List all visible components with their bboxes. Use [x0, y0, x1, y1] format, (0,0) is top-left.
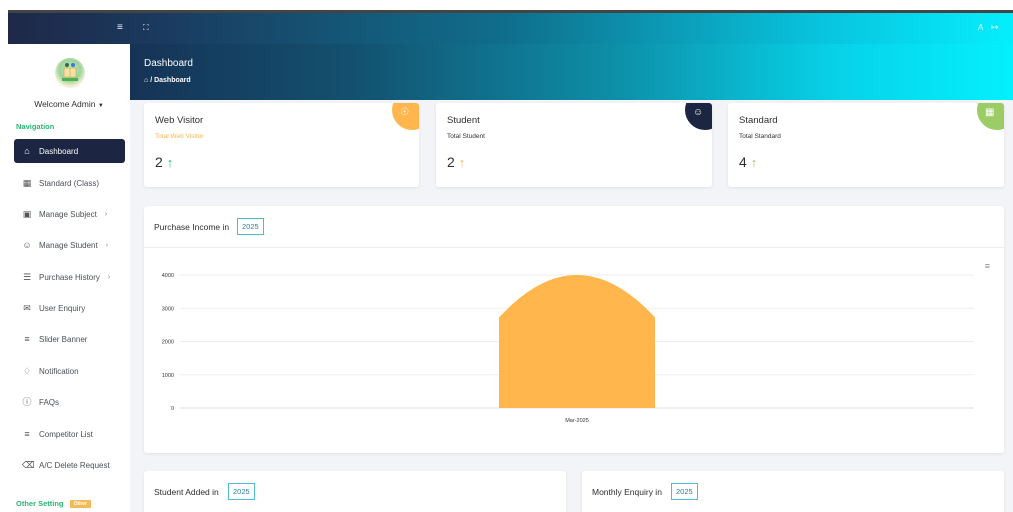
- sidebar-item-notification[interactable]: ♢ Notification: [14, 359, 125, 383]
- student-added-card: Student Added in 2025: [144, 471, 566, 512]
- chart-label: Monthly Enquiry in: [592, 487, 662, 497]
- stat-subtitle: Total Standard: [739, 133, 781, 140]
- stat-title: Student: [447, 115, 480, 126]
- font-size-icon[interactable]: A: [978, 23, 983, 33]
- sidebar-item-dashboard[interactable]: ⌂ Dashboard: [14, 139, 125, 163]
- year-selector[interactable]: 2025: [228, 483, 255, 500]
- home-icon[interactable]: ⌂: [144, 77, 148, 84]
- page-header-banner: [130, 44, 1013, 100]
- sidebar-item-slider-banner[interactable]: ≡ Slider Banner: [14, 327, 125, 351]
- arrow-up-icon: ↑: [750, 155, 758, 170]
- nav-section-label: Navigation: [16, 122, 55, 131]
- page-title: Dashboard: [144, 58, 193, 69]
- y-tick-label: 2000: [162, 340, 174, 346]
- layers-icon: ☰: [22, 272, 32, 282]
- fullscreen-icon[interactable]: ⛶: [143, 23, 149, 33]
- stat-icon-badge: ☺: [685, 103, 712, 130]
- chart-label: Purchase Income in: [154, 222, 230, 232]
- stat-icon-badge: ▦: [977, 103, 1004, 130]
- chevron-right-icon: ›: [107, 273, 111, 281]
- stat-card-web-visitor: ☉ Web Visitor Total Web Visitor 2 ↑: [144, 103, 419, 187]
- table-icon: ▦: [985, 107, 995, 118]
- home-icon: ⌂: [24, 146, 30, 156]
- left-edge: [0, 0, 8, 512]
- logo: [55, 58, 85, 88]
- list-icon: ≡: [24, 429, 30, 439]
- other-badge: Other: [69, 500, 91, 509]
- stat-subtitle: Total Web Visitor: [155, 133, 204, 140]
- top-navbar: ≡ ⛶ A ↦: [8, 10, 1013, 44]
- area-series[interactable]: [499, 275, 655, 408]
- y-tick-label: 3000: [162, 306, 174, 312]
- sidebar-item-standard[interactable]: ▦ Standard (Class): [14, 171, 125, 195]
- chevron-right-icon: ›: [105, 241, 109, 249]
- menu-collapse-icon[interactable]: ≡: [117, 23, 123, 33]
- stat-icon-badge: ☉: [392, 103, 419, 130]
- sidebar-item-ac-delete-request[interactable]: ⌫ A/C Delete Request: [14, 453, 125, 477]
- book-icon: ▣: [22, 209, 32, 219]
- sidebar-item-manage-student[interactable]: ☺ Manage Student ›: [14, 233, 125, 257]
- purchase-income-chart: 4000 3000 2000 1000 0 Mar-2025: [162, 273, 974, 424]
- other-section-label: Other Setting Other: [16, 499, 91, 509]
- purchase-income-card: Purchase Income in 2025 ≡ 4000 3000 2000 10…: [144, 206, 1004, 453]
- stat-value: 4 ↑: [739, 154, 758, 170]
- x-tick-label: Mar-2025: [565, 418, 589, 424]
- users-icon: ☺: [22, 240, 32, 250]
- stat-value: 2 ↑: [447, 154, 466, 170]
- sidebar-item-user-enquiry[interactable]: ✉ User Enquiry: [14, 296, 125, 320]
- chart-header: Purchase Income in 2025: [144, 206, 1004, 248]
- year-selector[interactable]: 2025: [671, 483, 698, 500]
- bell-icon: ♢: [22, 366, 32, 376]
- sidebar-item-manage-subject[interactable]: ▣ Manage Subject ›: [14, 202, 125, 226]
- arrow-up-icon: ↑: [458, 155, 466, 170]
- help-icon: ⓘ: [22, 397, 32, 407]
- caret-down-icon: ▼: [97, 103, 104, 109]
- globe-icon: ☉: [400, 107, 409, 118]
- chevron-right-icon: ›: [104, 210, 108, 218]
- sidebar-item-faqs[interactable]: ⓘ FAQs: [14, 390, 125, 414]
- sidebar-item-competitor-list[interactable]: ≡ Competitor List: [14, 422, 125, 446]
- sidebar-item-purchase-history[interactable]: ☰ Purchase History ›: [14, 265, 125, 289]
- stat-title: Web Visitor: [155, 115, 204, 126]
- monthly-enquiry-card: Monthly Enquiry in 2025: [582, 471, 1004, 512]
- list-icon: ≡: [24, 334, 30, 344]
- y-tick-label: 4000: [162, 273, 174, 279]
- users-icon: ☺: [693, 107, 704, 118]
- stat-title: Standard: [739, 115, 778, 126]
- sidebar: Welcome Admin ▼ Navigation ⌂ Dashboard ▦…: [8, 44, 130, 512]
- table-icon: ▦: [22, 178, 32, 188]
- welcome-user-dropdown[interactable]: Welcome Admin ▼: [8, 99, 130, 109]
- y-tick-label: 0: [171, 406, 174, 412]
- year-selector[interactable]: 2025: [237, 218, 264, 235]
- stat-subtitle: Total Student: [447, 133, 485, 140]
- mail-icon: ✉: [23, 303, 31, 313]
- stat-card-standard: ▦ Standard Total Standard 4 ↑: [728, 103, 1004, 187]
- breadcrumb-current: Dashboard: [154, 77, 191, 84]
- y-tick-label: 1000: [162, 373, 174, 379]
- delete-icon: ⌫: [22, 460, 35, 470]
- arrow-up-icon: ↑: [166, 155, 174, 170]
- stat-value: 2 ↑: [155, 154, 174, 170]
- stat-card-student: ☺ Student Total Student 2 ↑: [436, 103, 712, 187]
- logout-icon[interactable]: ↦: [991, 22, 999, 32]
- chart-label: Student Added in: [154, 487, 219, 497]
- breadcrumb: ⌂ / Dashboard: [144, 77, 191, 84]
